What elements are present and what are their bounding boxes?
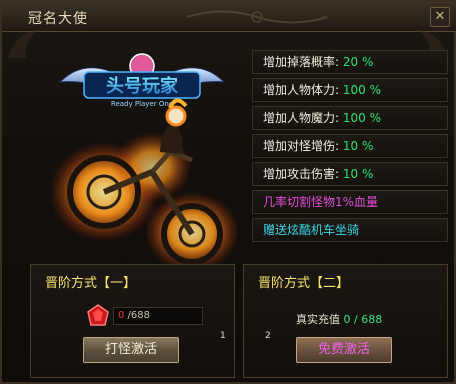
stat-label: 增加攻击伤害: <box>263 167 343 181</box>
logo-subtext: Ready Player One <box>111 100 173 108</box>
red-gem-icon <box>87 304 109 326</box>
stat-monster-damage: 增加对怪增伤: 10 % <box>252 134 448 158</box>
method-one-title: 晋阶方式【一】 <box>45 276 137 291</box>
recharge-status: 真实充值 0 / 688 <box>296 311 382 327</box>
stat-cut-hp: 几率切割怪物1%血量 <box>252 190 448 214</box>
kill-activate-button[interactable]: 打怪激活 <box>83 337 179 363</box>
kill-progress: 0 /688 <box>113 307 203 325</box>
stat-label: 赠送炫酷机车坐骑 <box>263 223 360 237</box>
stat-value: 10 % <box>342 139 374 153</box>
method-two-box: 晋阶方式【二】 2 真实充值 0 / 688 免费激活 <box>243 264 448 378</box>
stat-label: 增加人物体力: <box>263 83 343 97</box>
stat-mount-gift: 赠送炫酷机车坐骑 <box>252 218 448 242</box>
stat-attack-damage: 增加攻击伤害: 10 % <box>252 162 448 186</box>
stat-label: 几率切割怪物1%血量 <box>263 195 379 209</box>
stat-value: 100 % <box>342 111 381 125</box>
dialog-panel: 冠名大使 ✕ 头号玩家 Ready Player One 增加掉落概率: 20 … <box>0 0 456 384</box>
stat-drop-rate: 增加掉落概率: 20 % <box>252 50 448 74</box>
dragon-corner-left-icon <box>8 30 38 58</box>
mount-artwork: 头号玩家 Ready Player One <box>49 53 240 272</box>
stat-label: 增加掉落概率: <box>263 55 343 69</box>
method-two-title: 晋阶方式【二】 <box>258 276 350 291</box>
free-activate-button[interactable]: 免费激活 <box>296 337 392 363</box>
stat-stamina: 增加人物体力: 100 % <box>252 78 448 102</box>
close-button[interactable]: ✕ <box>430 7 450 27</box>
stat-value: 100 % <box>342 83 381 97</box>
title-bar[interactable]: 冠名大使 ✕ <box>2 2 456 32</box>
recharge-label: 真实充值 <box>296 313 344 326</box>
stat-mana: 增加人物魔力: 100 % <box>252 106 448 130</box>
logo-text: 头号玩家 <box>106 75 179 97</box>
method-one-index: 1 <box>220 331 226 341</box>
stat-value: 20 % <box>342 55 374 69</box>
stat-label: 增加人物魔力: <box>263 111 343 125</box>
stat-label: 增加对怪增伤: <box>263 139 343 153</box>
method-one-box: 晋阶方式【一】 0 /688 打怪激活 1 <box>30 264 235 378</box>
window-title: 冠名大使 <box>28 11 88 27</box>
title-ornament-icon <box>186 10 328 24</box>
recharge-value: 0 / 688 <box>343 313 383 326</box>
method-two-index: 2 <box>265 331 271 341</box>
progress-total: /688 <box>124 310 151 321</box>
stat-value: 10 % <box>342 167 374 181</box>
